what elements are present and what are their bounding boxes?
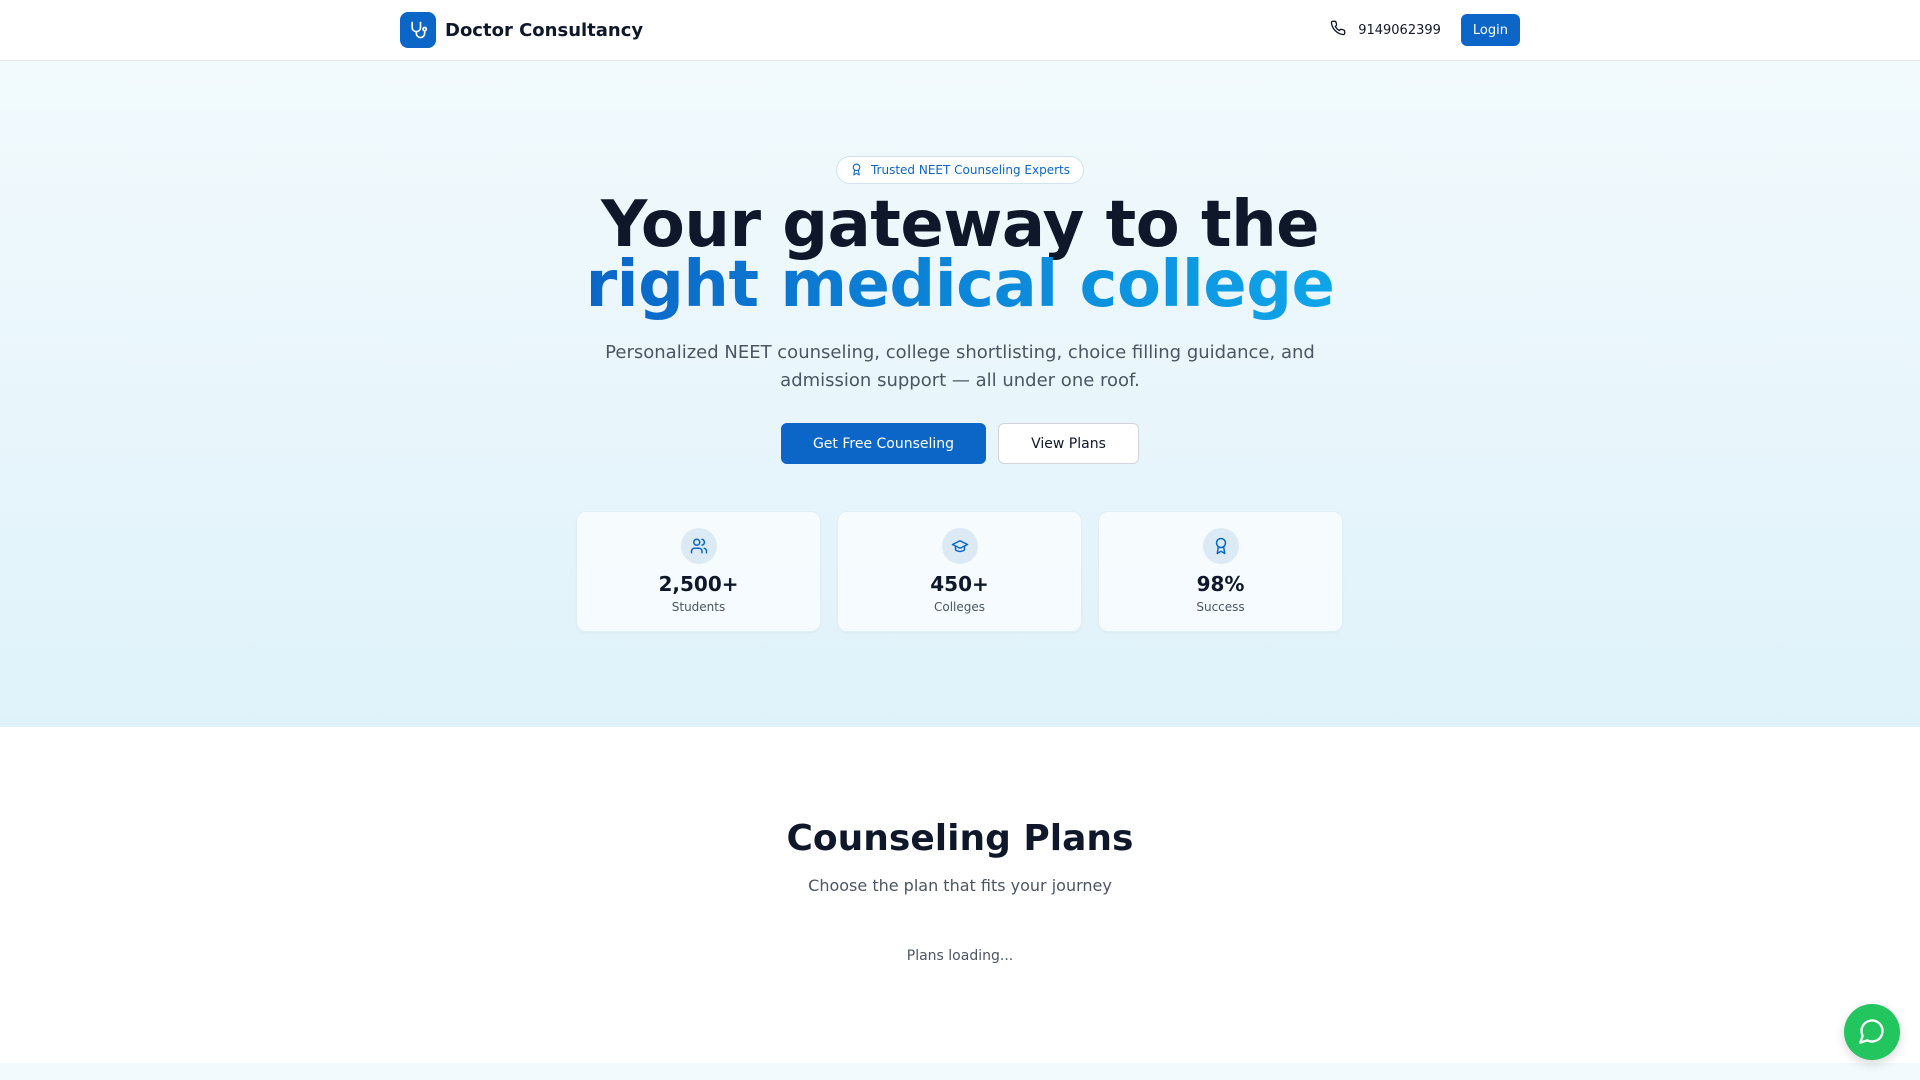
phone-icon (1330, 20, 1346, 40)
badge-text: Trusted NEET Counseling Experts (870, 163, 1070, 177)
login-button[interactable]: Login (1460, 14, 1520, 46)
stat-label: Colleges (933, 600, 986, 614)
stat-card-colleges: 450+ Colleges (837, 511, 1082, 632)
hero-title: Your gateway to the right medical colleg… (0, 193, 1920, 317)
plans-subtitle: Choose the plan that fits your journey (808, 876, 1112, 895)
site-header: Doctor Consultancy 9149062399 Login (0, 0, 1920, 61)
award-icon (1203, 528, 1239, 564)
get-free-counseling-button[interactable]: Get Free Counseling (781, 423, 986, 464)
brand[interactable]: Doctor Consultancy (400, 12, 643, 48)
cta-row: Get Free Counseling View Plans (0, 423, 1920, 464)
hero-subtitle: Personalized NEET counseling, college sh… (605, 342, 1315, 391)
view-plans-button[interactable]: View Plans (998, 423, 1139, 464)
phone-contact[interactable]: 9149062399 (1330, 20, 1441, 40)
stat-value: 98% (1196, 572, 1245, 596)
award-icon (850, 161, 863, 180)
next-section-edge (0, 1063, 1920, 1080)
graduation-cap-icon (942, 528, 978, 564)
header-actions: 9149062399 Login (1330, 14, 1520, 46)
brand-name: Doctor Consultancy (445, 19, 644, 41)
stethoscope-icon (400, 12, 436, 48)
stat-card-students: 2,500+ Students (576, 511, 821, 632)
chat-button[interactable] (1844, 1004, 1900, 1060)
stat-value: 450+ (930, 572, 989, 596)
trust-badge: Trusted NEET Counseling Experts (836, 156, 1084, 184)
stat-label: Success (1196, 600, 1245, 614)
phone-number: 9149062399 (1358, 22, 1441, 38)
plans-title: Counseling Plans (786, 818, 1134, 859)
stat-card-success: 98% Success (1098, 511, 1343, 632)
chat-bubble-icon (1858, 1017, 1886, 1048)
hero-section: Trusted NEET Counseling Experts Your gat… (0, 61, 1920, 727)
stats-row: 2,500+ Students 450+ Colleges 98% Succes (576, 511, 1343, 632)
stat-value: 2,500+ (658, 572, 739, 596)
users-icon (681, 528, 717, 564)
stat-label: Students (671, 600, 726, 614)
hero-title-line2: right medical college (585, 248, 1335, 322)
plans-loading-text: Plans loading... (906, 948, 1014, 964)
